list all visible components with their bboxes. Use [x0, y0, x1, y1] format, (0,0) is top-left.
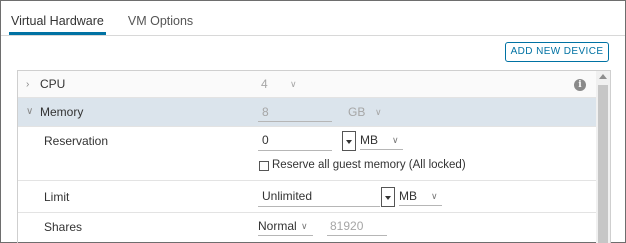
shares-value-input[interactable]: 81920 — [327, 218, 387, 236]
shares-label: Shares — [44, 220, 83, 234]
limit-label: Limit — [44, 190, 70, 204]
memory-row[interactable]: ∨ Memory 8 GB ∨ — [18, 98, 596, 127]
chevron-down-icon[interactable]: ∨ — [290, 79, 297, 90]
tab-bar: Virtual Hardware VM Options — [9, 9, 215, 35]
reservation-input[interactable]: 0 — [258, 131, 332, 151]
memory-label: Memory — [40, 105, 84, 119]
limit-input[interactable]: Unlimited — [258, 187, 380, 207]
reserve-all-label: Reserve all guest memory (All locked) — [272, 159, 466, 171]
vm-hardware-panel: Virtual Hardware VM Options ADD NEW DEVI… — [0, 0, 626, 243]
cpu-row[interactable]: › CPU 4 ∨ i — [18, 71, 596, 98]
grid-scrollbar[interactable] — [596, 71, 610, 243]
scrollbar-thumb[interactable] — [598, 85, 608, 243]
cpu-label: CPU — [40, 77, 66, 91]
chevron-down-icon[interactable]: ∨ — [301, 221, 308, 232]
memory-unit-select[interactable]: GB — [348, 105, 365, 119]
chevron-right-icon[interactable]: › — [26, 79, 29, 90]
reserve-all-checkbox[interactable] — [259, 161, 269, 171]
info-icon[interactable]: i — [574, 79, 586, 91]
tab-divider — [1, 35, 625, 36]
scroll-up-arrow-icon[interactable] — [599, 74, 607, 79]
chevron-down-icon[interactable]: ∨ — [431, 191, 438, 202]
cpu-value[interactable]: 4 — [261, 77, 268, 91]
tab-virtual-hardware[interactable]: Virtual Hardware — [9, 9, 106, 35]
add-new-device-button[interactable]: ADD NEW DEVICE — [505, 42, 609, 62]
chevron-down-icon[interactable]: ∨ — [392, 135, 399, 146]
chevron-down-icon[interactable]: ∨ — [375, 107, 382, 118]
reservation-dropdown-button[interactable] — [342, 131, 356, 151]
shares-row: Shares Normal ∨ 81920 — [18, 213, 596, 243]
memory-size-input[interactable]: 8 — [258, 105, 332, 122]
hardware-grid: › CPU 4 ∨ i ∨ Memory 8 GB ∨ Reservation … — [17, 70, 611, 243]
limit-row: Limit Unlimited MB ∨ — [18, 181, 596, 213]
reservation-row: Reservation 0 MB ∨ Reserve all guest mem… — [18, 127, 596, 181]
reservation-label: Reservation — [44, 134, 109, 148]
chevron-down-icon[interactable]: ∨ — [26, 106, 33, 117]
tab-vm-options[interactable]: VM Options — [126, 9, 195, 35]
limit-dropdown-button[interactable] — [381, 187, 395, 207]
